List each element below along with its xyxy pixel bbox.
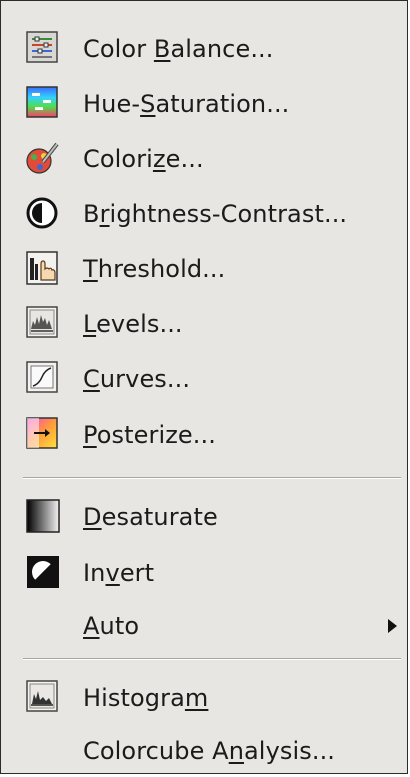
menu-item-auto[interactable]: Auto (1, 600, 407, 652)
menu-item-invert[interactable]: Invert (1, 547, 407, 599)
curves-icon (26, 361, 58, 393)
menu-item-histogram[interactable]: Histogram (1, 672, 407, 724)
menu-item-label: Curves... (83, 365, 191, 393)
menu-item-label: Histogram (83, 684, 209, 712)
colorize-icon (26, 142, 59, 174)
menu-item-curves[interactable]: Curves... (1, 353, 407, 405)
menu-item-label: Color Balance... (83, 35, 274, 63)
levels-icon (26, 306, 58, 338)
menu-item-label: Auto (83, 612, 140, 640)
menu-item-colorize[interactable]: Colorize... (1, 133, 407, 185)
menu-separator (23, 477, 401, 479)
brightness-contrast-icon (26, 197, 58, 229)
menu-item-label: Colorcube Analysis... (83, 737, 336, 765)
color-balance-icon (26, 31, 58, 63)
menu-item-label: Hue-Saturation... (83, 90, 290, 118)
menu-item-brightness-contrast[interactable]: Brightness-Contrast... (1, 188, 407, 240)
menu-separator (23, 658, 401, 660)
posterize-icon (26, 417, 58, 449)
menu-item-label: Threshold... (83, 255, 226, 283)
menu-item-desaturate[interactable]: Desaturate (1, 491, 407, 543)
menu-item-threshold[interactable]: Threshold... (1, 243, 407, 295)
menu-item-colorcube-analysis[interactable]: Colorcube Analysis... (1, 725, 407, 777)
menu-item-hue-saturation[interactable]: Hue-Saturation... (1, 78, 407, 130)
hue-saturation-icon (26, 86, 58, 118)
threshold-icon (26, 251, 58, 285)
menu-item-label: Brightness-Contrast... (83, 200, 348, 228)
desaturate-icon (26, 499, 60, 533)
menu-item-posterize[interactable]: Posterize... (1, 409, 407, 461)
menu-item-label: Colorize... (83, 145, 204, 173)
histogram-icon (26, 680, 58, 712)
menu-item-label: Invert (83, 559, 155, 587)
menu-item-label: Posterize... (83, 421, 216, 449)
menu-item-label: Levels... (83, 310, 183, 338)
menu-item-levels[interactable]: Levels... (1, 298, 407, 350)
colors-menu: Color Balance... Hue-Saturation... Color… (0, 0, 408, 774)
invert-icon (27, 556, 59, 588)
menu-item-label: Desaturate (83, 503, 218, 531)
menu-item-color-balance[interactable]: Color Balance... (1, 23, 407, 75)
submenu-arrow-icon (388, 619, 397, 633)
